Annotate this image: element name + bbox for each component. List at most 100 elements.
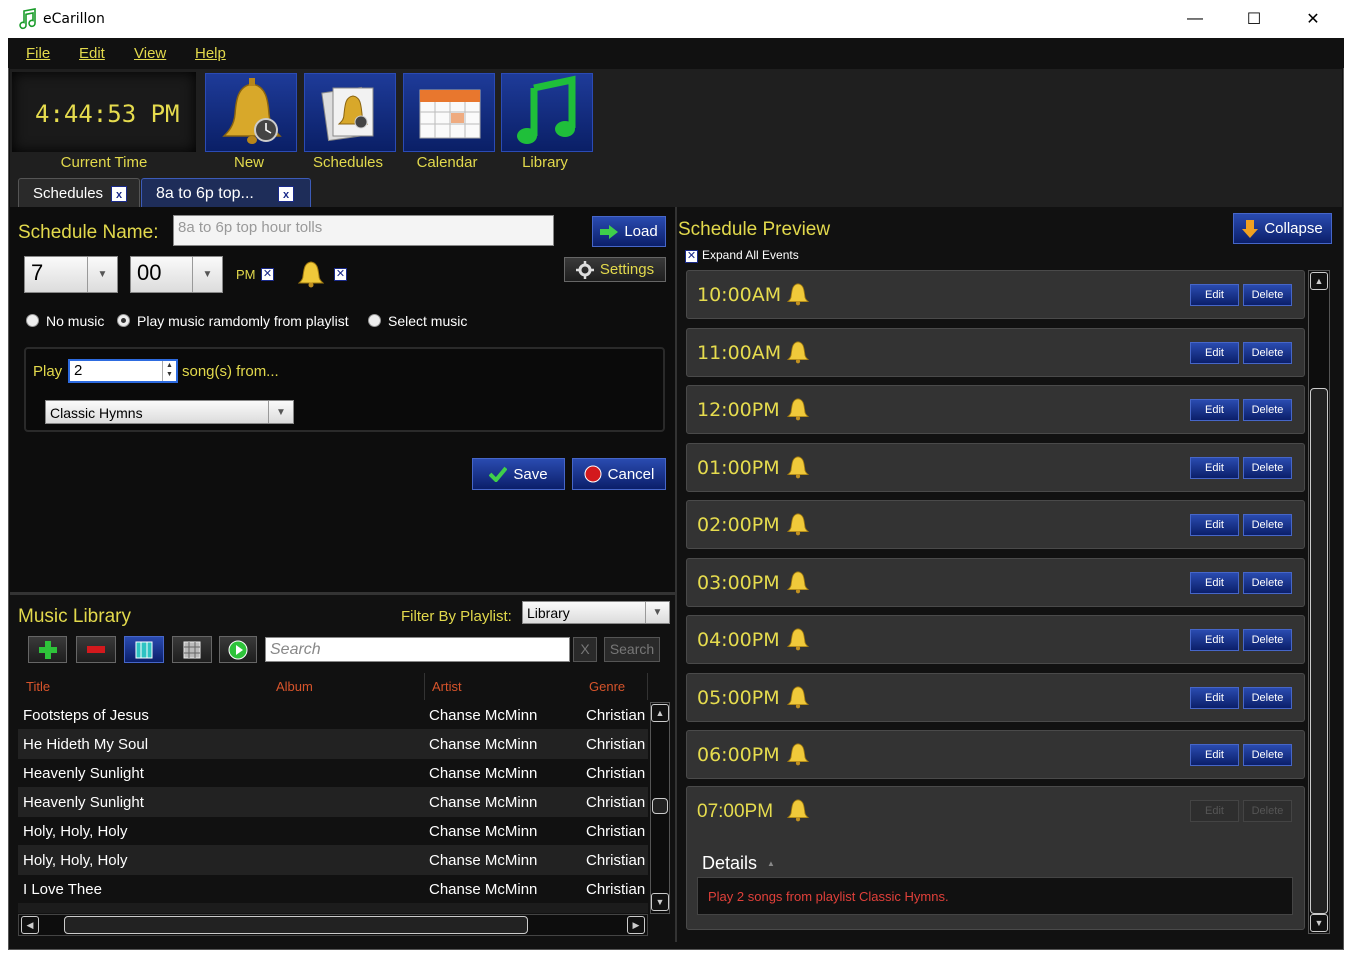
scroll-left-icon[interactable]: ◀ <box>21 916 39 934</box>
edit-event-button[interactable]: Edit <box>1190 514 1239 536</box>
pm-checkbox[interactable]: ✕ <box>261 268 274 281</box>
event-card-expanded: 07:00PM Edit Delete Details ▲ Play 2 son… <box>686 786 1305 930</box>
table-row[interactable]: Heavenly Sunlight Chanse McMinn Christian <box>18 788 648 817</box>
menu-file[interactable]: File <box>26 45 50 62</box>
table-row[interactable]: I Love Thee Chanse McMinn Christian <box>18 875 648 904</box>
edit-event-button[interactable]: Edit <box>1190 456 1239 479</box>
list-view-button[interactable] <box>124 636 164 663</box>
tab-schedules[interactable]: Schedules x <box>18 178 140 208</box>
event-card[interactable]: 05:00PM Edit Delete <box>686 672 1305 722</box>
table-row[interactable]: Holy, Holy, Holy Chanse McMinn Christian <box>18 846 648 875</box>
edit-button-disabled[interactable]: Edit <box>1190 800 1239 822</box>
calendar-button[interactable] <box>403 73 495 152</box>
event-time: 03:00PM <box>697 571 780 594</box>
playlist-filter-select[interactable]: Library ▼ <box>522 601 670 624</box>
radio-random-playlist[interactable] <box>117 314 130 327</box>
column-header-album[interactable]: Album <box>269 673 425 700</box>
library-search-input[interactable] <box>265 637 570 662</box>
scroll-up-icon[interactable]: ▲ <box>1310 272 1328 290</box>
maximize-button[interactable]: ☐ <box>1225 0 1283 38</box>
delete-button-disabled[interactable]: Delete <box>1243 800 1292 822</box>
delete-event-button[interactable]: Delete <box>1243 399 1292 421</box>
expand-all-checkbox[interactable]: ✕ <box>685 250 698 263</box>
chevron-down-icon: ▼ <box>268 401 293 423</box>
delete-event-button[interactable]: Delete <box>1243 456 1292 479</box>
event-card[interactable]: 11:00AM Edit Delete <box>686 327 1305 377</box>
scroll-down-icon[interactable]: ▼ <box>1310 914 1328 932</box>
scroll-up-icon[interactable]: ▲ <box>651 704 669 722</box>
minimize-button[interactable]: — <box>1166 0 1224 38</box>
chevron-up-icon[interactable]: ▲ <box>767 859 775 868</box>
remove-song-button[interactable] <box>76 636 116 663</box>
delete-event-button[interactable]: Delete <box>1243 744 1292 766</box>
column-header-artist[interactable]: Artist <box>425 673 583 700</box>
search-button[interactable]: Search <box>604 637 660 662</box>
grid-view-button[interactable] <box>172 636 212 663</box>
event-card[interactable]: 06:00PM Edit Delete <box>686 730 1305 779</box>
stepper-arrows-icon[interactable]: ▲ ▼ <box>162 361 176 381</box>
tab-current-schedule-close[interactable]: x <box>278 186 294 202</box>
edit-event-button[interactable]: Edit <box>1190 341 1239 364</box>
delete-event-button[interactable]: Delete <box>1243 514 1292 536</box>
delete-event-button[interactable]: Delete <box>1243 571 1292 594</box>
table-row[interactable]: Holy, Holy, Holy Chanse McMinn Christian <box>18 817 648 846</box>
cell-artist: Chanse McMinn <box>429 881 538 898</box>
bell-checkbox[interactable]: ✕ <box>334 268 347 281</box>
event-card[interactable]: 12:00PM Edit Delete <box>686 385 1305 434</box>
menu-edit[interactable]: Edit <box>79 45 105 62</box>
save-button[interactable]: Save <box>472 458 565 490</box>
preview-scroll-thumb[interactable] <box>1310 388 1328 914</box>
edit-event-button[interactable]: Edit <box>1190 284 1239 306</box>
edit-event-button[interactable]: Edit <box>1190 744 1239 766</box>
settings-button[interactable]: Settings <box>564 257 666 282</box>
close-window-button[interactable]: ✕ <box>1284 0 1342 38</box>
details-box: Play 2 songs from playlist Classic Hymns… <box>697 877 1293 915</box>
column-header-title[interactable]: Title <box>19 673 270 700</box>
edit-event-button[interactable]: Edit <box>1190 629 1239 651</box>
playlist-select[interactable]: Classic Hymns ▼ <box>45 400 294 424</box>
delete-event-button[interactable]: Delete <box>1243 629 1292 651</box>
library-scroll-thumb[interactable] <box>652 798 668 814</box>
clear-search-button[interactable]: X <box>573 637 597 662</box>
add-song-button[interactable] <box>28 636 67 663</box>
table-row[interactable]: He Hideth My Soul Chanse McMinn Christian <box>18 730 648 759</box>
event-card[interactable]: 04:00PM Edit Delete <box>686 615 1305 664</box>
table-row[interactable]: Footsteps of Jesus Chanse McMinn Christian <box>18 701 648 730</box>
library-hscroll-thumb[interactable] <box>64 916 528 934</box>
schedule-name-input[interactable]: 8a to 6p top hour tolls <box>173 215 554 246</box>
minute-select[interactable]: 00 ▼ <box>130 256 223 293</box>
bell-icon <box>298 261 324 288</box>
bell-icon <box>787 340 809 363</box>
scroll-down-icon[interactable]: ▼ <box>651 893 669 911</box>
playlist-filter-value: Library <box>527 605 570 621</box>
event-card[interactable]: 10:00AM Edit Delete <box>686 270 1305 319</box>
event-card[interactable]: 02:00PM Edit Delete <box>686 500 1305 549</box>
table-row[interactable]: Heavenly Sunlight Chanse McMinn Christian <box>18 759 648 788</box>
collapse-button[interactable]: Collapse <box>1233 213 1332 244</box>
delete-event-button[interactable]: Delete <box>1243 341 1292 364</box>
schedules-button[interactable] <box>304 73 396 152</box>
menu-help[interactable]: Help <box>195 45 226 62</box>
event-card[interactable]: 03:00PM Edit Delete <box>686 557 1305 607</box>
tab-schedules-close[interactable]: x <box>111 186 127 202</box>
scroll-right-icon[interactable]: ▶ <box>627 916 645 934</box>
play-preview-button[interactable] <box>219 636 257 663</box>
library-button[interactable] <box>501 73 593 152</box>
new-button[interactable] <box>205 73 297 152</box>
radio-no-music[interactable] <box>26 314 39 327</box>
column-header-genre[interactable]: Genre <box>582 673 648 700</box>
edit-event-button[interactable]: Edit <box>1190 571 1239 594</box>
tab-current-schedule[interactable]: 8a to 6p top... x <box>141 178 311 208</box>
details-label[interactable]: Details <box>702 853 757 874</box>
cancel-button[interactable]: Cancel <box>572 458 666 490</box>
edit-event-button[interactable]: Edit <box>1190 399 1239 421</box>
delete-event-button[interactable]: Delete <box>1243 686 1292 709</box>
menu-view[interactable]: View <box>134 45 166 62</box>
edit-event-button[interactable]: Edit <box>1190 686 1239 709</box>
radio-select-music[interactable] <box>368 314 381 327</box>
event-card[interactable]: 01:00PM Edit Delete <box>686 442 1305 492</box>
delete-event-button[interactable]: Delete <box>1243 284 1292 306</box>
load-button[interactable]: Load <box>592 216 666 247</box>
event-time: 10:00AM <box>697 284 782 306</box>
hour-select[interactable]: 7 ▼ <box>24 256 118 293</box>
